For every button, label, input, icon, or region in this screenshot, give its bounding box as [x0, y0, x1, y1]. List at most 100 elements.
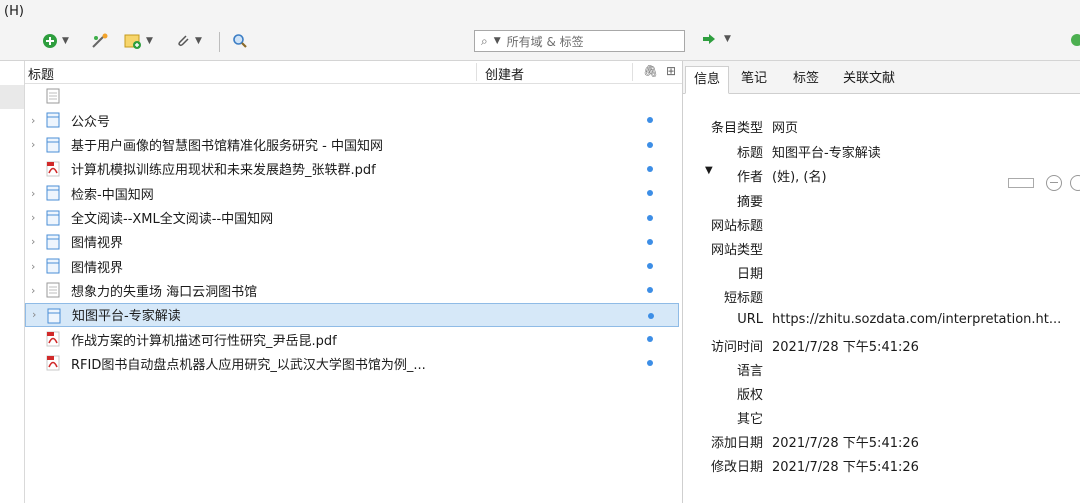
table-row[interactable]: › 公众号 — [25, 108, 679, 132]
add-by-identifier-button[interactable] — [90, 30, 110, 52]
pdf-icon — [46, 331, 60, 347]
attachment-dot-icon[interactable] — [647, 165, 653, 172]
sync-icon[interactable] — [1071, 34, 1080, 46]
expand-chevron-icon[interactable]: › — [31, 187, 35, 200]
field-label-accessed: 访问时间 — [710, 340, 763, 355]
table-row[interactable] — [25, 84, 679, 108]
tab-tags[interactable]: 标签 — [785, 66, 827, 92]
field-label-abstract: 摘要 — [736, 195, 763, 210]
expand-chevron-icon[interactable]: › — [31, 260, 35, 273]
table-row[interactable]: 作战方案的计算机描述可行性研究_尹岳昆.pdf — [25, 327, 679, 351]
item-title: 基于用户画像的智慧图书馆精准化服务研究 - 中国知网 — [71, 139, 383, 155]
item-title: 图情视界 — [71, 260, 124, 276]
chevron-down-icon: ▼ — [146, 36, 153, 46]
item-title: 全文阅读--XML全文阅读--中国知网 — [71, 212, 274, 227]
column-title[interactable]: 标题 — [28, 64, 54, 83]
attachment-dot-icon[interactable] — [647, 117, 653, 124]
field-value-url[interactable]: https://zhitu.sozdata.com/interpretation… — [772, 312, 1061, 327]
table-row[interactable]: RFID图书自动盘点机器人应用研究_以武汉大学图书馆为例_... — [25, 351, 679, 375]
chevron-down-icon: ▼ — [62, 36, 69, 46]
advanced-search-button[interactable] — [232, 30, 248, 52]
webpage-icon — [46, 210, 60, 225]
expand-chevron-icon[interactable]: › — [31, 211, 35, 224]
webpage-icon — [46, 258, 60, 274]
locate-button[interactable]: ▼ — [702, 33, 731, 45]
field-label-extra: 其它 — [736, 412, 763, 427]
field-label-language: 语言 — [736, 364, 763, 379]
attachment-dot-icon[interactable] — [647, 263, 653, 270]
field-label-url: URL — [737, 312, 763, 327]
expand-chevron-icon[interactable]: › — [31, 138, 35, 151]
tab-info[interactable]: 信息 — [685, 66, 730, 94]
webpage-icon — [46, 137, 60, 153]
item-title: 想象力的失重场 海口云洞图书馆 — [71, 284, 258, 300]
item-title: 作战方案的计算机描述可行性研究_尹岳昆.pdf — [71, 333, 337, 349]
table-row[interactable]: › 想象力的失重场 海口云洞图书馆 — [25, 278, 679, 302]
expand-chevron-icon[interactable]: › — [31, 235, 35, 248]
green-arrow-icon — [703, 34, 715, 44]
table-row[interactable]: › 基于用户画像的智慧图书馆精准化服务研究 - 中国知网 — [25, 133, 679, 157]
field-label-site-title: 网站标题 — [710, 219, 763, 234]
field-label-title: 标题 — [736, 146, 763, 161]
field-label-site-type: 网站类型 — [710, 243, 763, 258]
note-add-icon — [124, 34, 141, 49]
field-label-date: 日期 — [736, 267, 763, 282]
attachment-dot-icon[interactable] — [647, 190, 653, 197]
add-attachment-button[interactable]: ▼ — [175, 30, 202, 52]
tab-related[interactable]: 关联文献 — [835, 66, 903, 92]
table-row[interactable]: › 图情视界 — [25, 254, 679, 278]
collections-pane — [0, 61, 25, 503]
search-placeholder: 所有域 & 标签 — [506, 34, 584, 49]
menu-help[interactable]: (H) — [4, 4, 24, 19]
field-value-accessed[interactable]: 2021/7/28 下午5:41:26 — [772, 336, 919, 355]
attachment-dot-icon[interactable] — [647, 214, 653, 221]
column-picker-icon[interactable]: ⊞ — [666, 64, 676, 78]
item-title: 知图平台-专家解读 — [72, 309, 181, 325]
item-title: 计算机模拟训练应用现状和未来发展趋势_张轶群.pdf — [71, 163, 376, 179]
table-row[interactable]: › 知图平台-专家解读 — [25, 302, 679, 327]
field-label-date-modified: 修改日期 — [710, 460, 763, 475]
item-title: 公众号 — [71, 114, 111, 130]
author-mode-toggle[interactable] — [1008, 178, 1034, 188]
new-item-button[interactable]: ▼ — [42, 30, 69, 52]
column-separator[interactable] — [632, 63, 633, 81]
chevron-down-icon: ▼ — [724, 34, 731, 44]
table-row[interactable]: › 全文阅读--XML全文阅读--中国知网 — [25, 206, 679, 230]
attachment-dot-icon[interactable] — [647, 360, 653, 367]
field-value-author[interactable]: (姓), (名) — [772, 166, 827, 185]
remove-author-icon[interactable] — [1046, 175, 1062, 191]
search-icon: ⌕ — [481, 33, 488, 48]
items-table-header: 标题 创建者 🖇 ⊞ — [25, 61, 682, 84]
attachment-dot-icon[interactable] — [647, 336, 653, 342]
column-separator[interactable] — [476, 63, 477, 81]
field-value-title[interactable]: 知图平台-专家解读 — [772, 142, 881, 161]
expand-chevron-icon[interactable]: › — [31, 284, 35, 297]
expand-chevron-icon[interactable]: › — [31, 114, 35, 127]
new-note-button[interactable]: ▼ — [124, 30, 153, 52]
magnifier-icon — [233, 34, 247, 48]
field-label-short-title: 短标题 — [723, 291, 763, 306]
table-row[interactable]: › 图情视界 — [25, 230, 679, 254]
table-row[interactable]: 计算机模拟训练应用现状和未来发展趋势_张轶群.pdf — [25, 157, 679, 181]
webpage-icon — [46, 112, 60, 128]
attachment-dot-icon[interactable] — [647, 238, 653, 245]
webpage-icon — [47, 308, 61, 324]
table-row[interactable]: › 检索-中国知网 — [25, 181, 679, 205]
attachment-column-icon[interactable]: 🖇 — [643, 64, 658, 78]
field-value-item-type[interactable]: 网页 — [772, 117, 798, 136]
attachment-dot-icon[interactable] — [647, 141, 653, 148]
paperclip-icon — [178, 35, 189, 47]
column-creator[interactable]: 创建者 — [485, 64, 524, 83]
attachment-dot-icon[interactable] — [647, 287, 653, 294]
selected-collection[interactable] — [0, 85, 24, 109]
tab-notes[interactable]: 笔记 — [733, 66, 775, 92]
field-label-author: 作者 — [736, 170, 763, 185]
item-title: 检索-中国知网 — [71, 187, 154, 203]
pdf-icon — [46, 161, 60, 177]
attachment-dot-icon[interactable] — [648, 312, 654, 319]
search-input[interactable]: ⌕ ▼ 所有域 & 标签 — [474, 30, 685, 52]
field-value-date-modified: 2021/7/28 下午5:41:26 — [772, 460, 919, 475]
expand-chevron-icon[interactable]: › — [32, 308, 36, 321]
chevron-down-icon[interactable]: ▼ — [494, 36, 501, 46]
add-author-icon[interactable] — [1070, 175, 1080, 191]
